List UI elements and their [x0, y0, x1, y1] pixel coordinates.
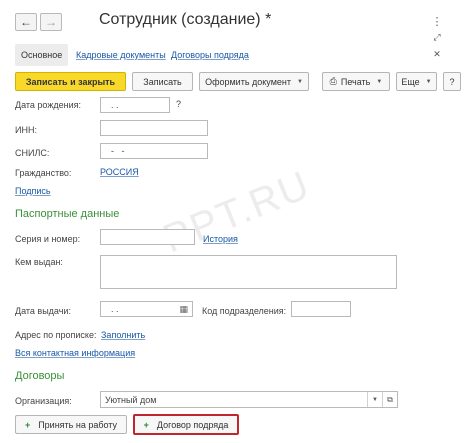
birth-date-label: Дата рождения: — [15, 100, 81, 110]
address-label: Адрес по прописке: — [15, 330, 97, 340]
snils-field[interactable]: - - — [100, 143, 208, 159]
organization-value: Уютный дом — [105, 394, 157, 405]
save-close-button[interactable]: Записать и закрыть — [15, 72, 126, 91]
hire-button[interactable]: + Принять на работу — [15, 415, 127, 434]
chevron-down-icon: ▼ — [425, 78, 432, 85]
arrow-right-icon: → — [45, 15, 57, 29]
page-title: Сотрудник (создание) * — [99, 11, 272, 28]
snils-label: СНИЛС: — [15, 148, 50, 158]
citizenship-label: Гражданство: — [15, 168, 72, 178]
tab-contracts[interactable]: Договоры подряда — [171, 50, 249, 60]
chevron-down-icon: ▼ — [296, 78, 303, 85]
help-label: ? — [449, 76, 455, 87]
calendar-icon[interactable]: ▦ — [179, 304, 188, 315]
print-label: Печать — [340, 76, 371, 87]
tab-hr-documents[interactable]: Кадровые документы — [76, 50, 166, 60]
dept-code-label: Код подразделения: — [202, 306, 287, 316]
organization-field[interactable]: Уютный дом ▼ ⧉ — [100, 391, 398, 408]
birth-date-value: . . — [111, 100, 119, 110]
back-button[interactable]: ← — [15, 13, 37, 31]
create-document-button[interactable]: Оформить документ ▼ — [199, 72, 309, 91]
contracts-heading: Договоры — [15, 370, 65, 382]
issue-date-label: Дата выдачи: — [15, 306, 71, 316]
chevron-down-icon: ▼ — [376, 78, 383, 85]
hire-label: Принять на работу — [38, 419, 118, 430]
history-link[interactable]: История — [203, 234, 238, 244]
issued-by-label: Кем выдан: — [15, 257, 63, 267]
organization-label: Организация: — [15, 396, 72, 406]
plus-icon: + — [143, 419, 149, 430]
expand-icon[interactable]: ⤢ — [431, 31, 443, 43]
open-icon[interactable]: ⧉ — [382, 392, 397, 407]
citizenship-value[interactable]: РОССИЯ — [100, 167, 139, 177]
forward-button[interactable]: → — [40, 13, 62, 31]
arrow-left-icon: ← — [20, 15, 32, 29]
more-label: Еще — [401, 76, 420, 87]
dept-code-field[interactable] — [291, 301, 351, 317]
save-label: Записать — [143, 76, 182, 87]
printer-icon: ⎙ — [329, 76, 337, 86]
plus-icon: + — [24, 419, 31, 430]
contract-button[interactable]: + Договор подряда — [133, 414, 239, 435]
create-document-label: Оформить документ — [205, 76, 291, 87]
vertical-dots-icon[interactable]: ⋮ — [431, 15, 443, 28]
help-button[interactable]: ? — [443, 72, 461, 91]
issue-date-field[interactable]: . . ▦ — [100, 301, 193, 317]
all-contacts-link[interactable]: Вся контактная информация — [15, 348, 135, 358]
chevron-down-icon[interactable]: ▼ — [367, 392, 382, 407]
more-button[interactable]: Еще ▼ — [396, 72, 437, 91]
tab-main[interactable]: Основное — [15, 44, 69, 66]
print-button[interactable]: ⎙ Печать ▼ — [322, 72, 390, 91]
signature-link[interactable]: Подпись — [15, 186, 51, 196]
watermark: PPT.RU — [157, 162, 317, 262]
close-icon[interactable]: ✕ — [431, 48, 443, 60]
birth-date-help[interactable]: ? — [176, 99, 181, 109]
contract-label: Договор подряда — [156, 419, 229, 430]
birth-date-field[interactable]: . . — [100, 97, 170, 113]
issued-by-field[interactable] — [100, 255, 397, 289]
series-number-label: Серия и номер: — [15, 234, 81, 244]
inn-field[interactable] — [100, 120, 208, 136]
save-button[interactable]: Записать — [132, 72, 193, 91]
fill-address-link[interactable]: Заполнить — [101, 330, 145, 340]
inn-label: ИНН: — [15, 125, 37, 135]
snils-value: - - — [111, 146, 125, 156]
passport-heading: Паспортные данные — [15, 208, 120, 220]
series-number-field[interactable] — [100, 229, 195, 245]
save-close-label: Записать и закрыть — [25, 76, 116, 87]
issue-date-value: . . — [111, 304, 119, 314]
